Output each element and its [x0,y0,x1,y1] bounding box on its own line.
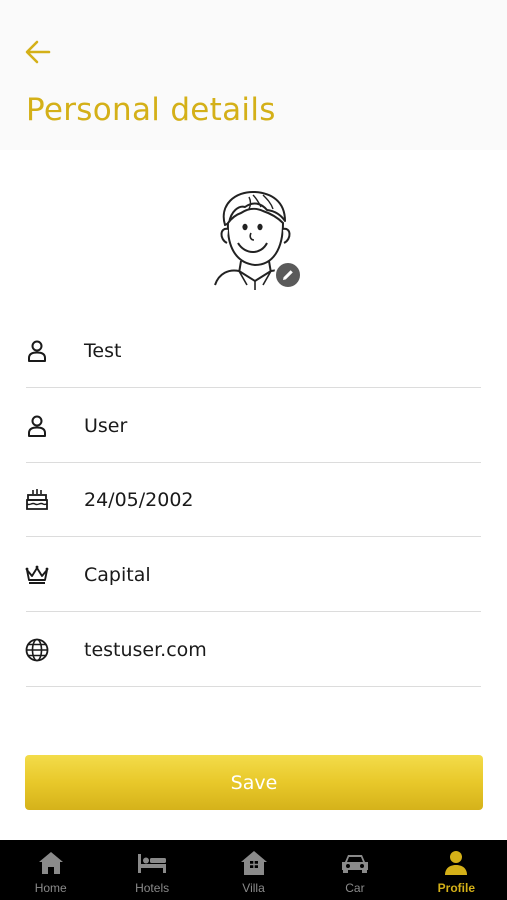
tab-villa-label: Villa [242,881,265,895]
tab-hotels[interactable]: Hotels [101,840,202,900]
membership-value[interactable]: Capital [84,564,474,586]
tab-home[interactable]: Home [0,840,101,900]
tab-profile[interactable]: Profile [406,840,507,900]
birthday-value[interactable]: 24/05/2002 [84,489,474,511]
tab-car-label: Car [345,881,365,895]
tab-villa[interactable]: Villa [203,840,304,900]
bed-icon [135,848,169,878]
page-title: Personal details [26,92,276,128]
tab-car[interactable]: Car [304,840,405,900]
pencil-icon [283,270,293,280]
last-name-value[interactable]: User [84,415,474,437]
car-icon [338,848,372,878]
birthday-cake-icon [24,487,50,513]
person-icon [24,413,50,439]
header: Personal details [0,0,507,150]
tab-hotels-label: Hotels [135,881,170,895]
tab-profile-label: Profile [437,881,475,895]
person-icon [24,338,50,364]
arrow-left-icon [25,40,51,64]
villa-icon [237,848,271,878]
crown-icon [24,562,50,588]
divider [26,686,481,687]
tab-home-label: Home [34,881,67,895]
back-button[interactable] [22,36,54,68]
home-icon [34,848,68,878]
profile-icon [439,848,473,878]
globe-icon [24,637,50,663]
website-field[interactable]: testuser.com [0,612,507,687]
save-button[interactable]: Save [25,755,483,810]
website-value[interactable]: testuser.com [84,639,474,661]
edit-avatar-button[interactable] [274,261,302,289]
last-name-field[interactable]: User [0,388,507,463]
birthday-field[interactable]: 24/05/2002 [0,462,507,537]
membership-field[interactable]: Capital [0,537,507,612]
bottom-tab-bar: Home Hotels Villa Car Profile [0,840,507,900]
first-name-value[interactable]: Test [84,340,474,362]
first-name-field[interactable]: Test [0,313,507,388]
